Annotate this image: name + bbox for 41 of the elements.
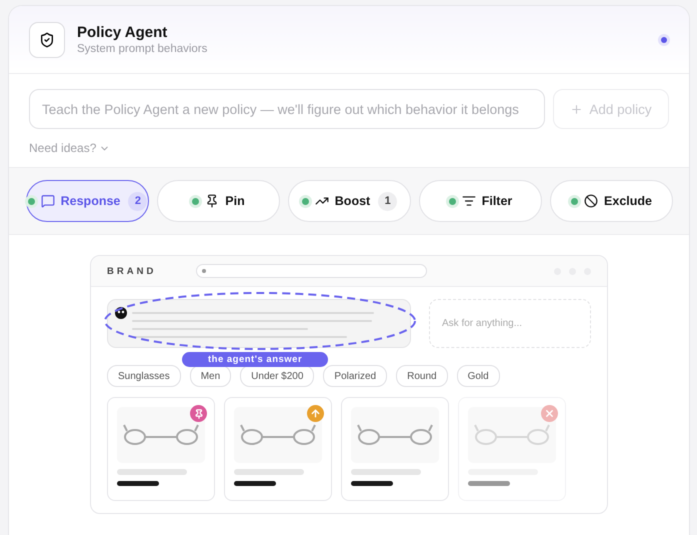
active-dot xyxy=(448,198,456,204)
pin-icon xyxy=(205,194,220,208)
behavior-tab[interactable]: Exclude xyxy=(550,180,673,222)
active-dot xyxy=(28,198,35,204)
filter-chip: Round xyxy=(396,365,448,387)
glasses-icon xyxy=(121,423,201,447)
policy-input[interactable]: Teach the Policy Agent a new policy — we'll figure out which behavior it belongs xyxy=(29,89,545,129)
glasses-icon xyxy=(355,423,435,447)
filter-chip: Sunglasses xyxy=(107,365,181,387)
glasses-icon xyxy=(238,423,318,447)
ask-field: Ask for anything... xyxy=(429,299,591,348)
behavior-tab[interactable]: Response 2 xyxy=(26,180,149,222)
bot-icon xyxy=(115,307,127,319)
agent-subtitle: System prompt behaviors xyxy=(77,43,208,55)
chat-icon xyxy=(40,194,55,208)
shield-icon xyxy=(39,32,55,48)
plus-icon xyxy=(570,102,584,116)
status-dot xyxy=(661,36,667,42)
count-badge: 1 xyxy=(378,192,398,210)
agent-title: Policy Agent xyxy=(77,24,168,41)
active-dot xyxy=(571,198,578,204)
filter-chip: Gold xyxy=(456,365,500,387)
answer-callout: the agent's answer xyxy=(182,352,328,367)
brand-logo: BRAND xyxy=(107,266,156,276)
active-dot xyxy=(192,198,200,204)
behavior-tab[interactable]: Pin xyxy=(157,180,280,222)
count-badge: 2 xyxy=(128,192,148,210)
glasses-icon xyxy=(472,423,552,447)
behavior-tab[interactable]: Filter xyxy=(419,180,542,222)
price-placeholder xyxy=(468,481,510,486)
title-placeholder xyxy=(351,469,421,475)
title-placeholder xyxy=(117,469,187,475)
ban-icon xyxy=(584,194,598,208)
title-placeholder xyxy=(234,469,304,475)
filter-chip: Polarized xyxy=(323,365,388,387)
filter-icon xyxy=(462,194,476,208)
behavior-tab[interactable]: Boost 1 xyxy=(288,180,411,222)
price-placeholder xyxy=(234,481,276,486)
active-dot xyxy=(302,198,309,204)
price-placeholder xyxy=(351,481,393,486)
price-placeholder xyxy=(117,481,159,486)
